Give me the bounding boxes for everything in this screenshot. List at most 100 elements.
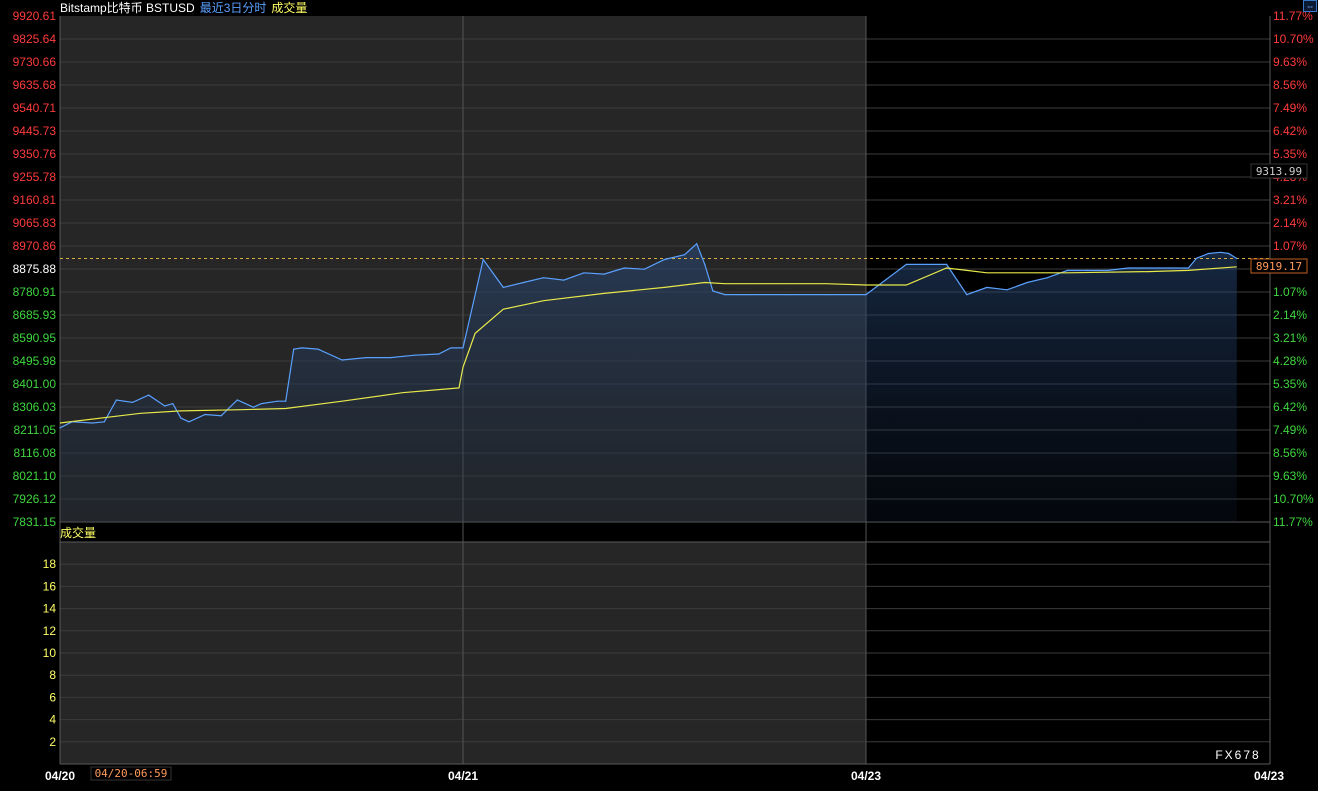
- volume-axis-left: 18 16 14 12 10 8 6 4 2: [43, 557, 57, 749]
- price-point: [131, 401, 134, 403]
- y-tick-label: 9065.83: [13, 216, 57, 230]
- price-point: [277, 400, 279, 402]
- y-right-tick-label: 1.07%: [1273, 285, 1307, 299]
- price-point: [704, 263, 706, 265]
- price-point: [623, 267, 625, 269]
- price-point: [317, 348, 319, 350]
- mode-label: 最近3日分时: [200, 1, 267, 15]
- y-right-tick-label: 7.49%: [1273, 423, 1307, 437]
- price-point: [865, 294, 867, 296]
- price-point: [966, 294, 968, 296]
- y-tick-label: 8306.03: [13, 400, 57, 414]
- last-price-tag-text: 8919.17: [1256, 260, 1302, 273]
- price-point: [1187, 267, 1189, 269]
- price-point: [1006, 289, 1008, 291]
- chart-window: 9920.61 9825.64 9730.66 9635.68 9540.71 9445.…: [0, 0, 1318, 786]
- price-point: [172, 403, 174, 405]
- volume-tick-label: 6: [49, 690, 56, 704]
- top-price-tag: 9313.99: [1250, 163, 1308, 179]
- last-price-tag: 8919.17: [1250, 258, 1308, 274]
- price-point: [1127, 267, 1129, 269]
- price-point: [236, 399, 238, 401]
- y-right-tick-label: 8.56%: [1273, 446, 1307, 460]
- y-tick-label: 7926.12: [13, 492, 57, 506]
- expand-icon[interactable]: ⇔: [1303, 0, 1317, 12]
- chart-svg[interactable]: 9920.61 9825.64 9730.66 9635.68 9540.71 9445.…: [0, 0, 1318, 786]
- price-point: [1087, 269, 1089, 271]
- price-point: [1147, 267, 1149, 269]
- price-point: [583, 272, 585, 274]
- x-tick-label: 04/20: [45, 769, 75, 783]
- price-point: [724, 294, 726, 296]
- y-right-tick-label: 10.70%: [1273, 32, 1314, 46]
- price-axis-left: 9920.61 9825.64 9730.66 9635.68 9540.71 9445.…: [13, 9, 57, 529]
- price-point: [563, 279, 565, 281]
- y-tick-label: 8495.98: [13, 354, 57, 368]
- x-tick-label: 04/21: [448, 769, 478, 783]
- y-right-tick-label: 1.07%: [1273, 239, 1307, 253]
- price-point: [1207, 252, 1210, 255]
- price-point: [301, 347, 303, 349]
- top-price-tag-text: 9313.99: [1256, 165, 1302, 178]
- price-point: [696, 243, 698, 245]
- y-right-tick-label: 8.56%: [1273, 78, 1307, 92]
- price-point: [1026, 281, 1028, 284]
- price-point: [180, 417, 182, 419]
- volume-tick-label: 8: [49, 668, 56, 682]
- y-tick-label: 9825.64: [13, 32, 57, 46]
- symbol-label: Bitstamp比特币 BSTUSD: [60, 0, 195, 15]
- price-point: [825, 294, 827, 296]
- price-point: [71, 421, 73, 423]
- cursor-time-tag: 04/20-06:59: [90, 766, 172, 781]
- y-right-tick-label: 3.21%: [1273, 193, 1307, 207]
- volume-tick-label: 14: [43, 602, 57, 616]
- volume-tick-label: 16: [43, 579, 57, 593]
- price-point: [684, 254, 686, 256]
- volume-tick-label: 10: [43, 646, 57, 660]
- price-point: [1107, 269, 1109, 271]
- cursor-time-text: 04/20-06:59: [95, 767, 168, 780]
- price-point: [462, 347, 464, 349]
- x-tick-label: 04/23: [851, 769, 881, 783]
- y-tick-label: 8211.05: [14, 423, 57, 437]
- y-tick-label: 9540.71: [13, 101, 57, 115]
- y-right-tick-label: 6.42%: [1273, 124, 1307, 138]
- y-tick-label: 9160.81: [13, 193, 57, 207]
- y-right-tick-label: 9.63%: [1273, 469, 1307, 483]
- time-axis: 04/20 04/21 04/23 04/23: [45, 769, 1284, 783]
- y-tick-label: 8401.00: [13, 377, 57, 391]
- price-point: [744, 294, 746, 296]
- price-point: [59, 427, 61, 429]
- y-tick-label: 7831.15: [13, 515, 57, 529]
- y-tick-label: 9730.66: [13, 55, 57, 69]
- volume-tick-label: 2: [49, 735, 56, 749]
- y-tick-label: 8970.86: [13, 239, 57, 253]
- price-point: [946, 263, 948, 265]
- price-point: [293, 348, 295, 350]
- price-point: [784, 294, 787, 296]
- y-right-tick-label: 7.49%: [1273, 101, 1307, 115]
- price-point: [522, 281, 525, 284]
- price-point: [905, 263, 907, 265]
- price-point: [643, 268, 646, 270]
- x-tick-label: 04/23: [1254, 769, 1284, 783]
- price-point: [482, 258, 484, 261]
- y-right-tick-label: 5.35%: [1273, 147, 1307, 161]
- volume-tick-label: 18: [43, 557, 57, 571]
- y-right-tick-label: 2.14%: [1273, 216, 1307, 230]
- price-point: [543, 277, 545, 279]
- y-right-tick-label: 11.77%: [1273, 515, 1313, 529]
- y-tick-label: 9445.73: [13, 124, 57, 138]
- price-point: [1066, 269, 1069, 271]
- price-point: [1236, 257, 1238, 260]
- price-point: [438, 353, 440, 355]
- price-point: [712, 290, 714, 292]
- price-point: [260, 403, 263, 405]
- price-point: [603, 273, 605, 275]
- price-point: [188, 421, 190, 423]
- y-tick-label: 8875.88: [13, 262, 57, 276]
- price-point: [365, 357, 367, 359]
- volume-tick-label: 12: [43, 624, 57, 638]
- y-right-tick-label: 5.35%: [1273, 377, 1307, 391]
- price-point: [663, 258, 666, 261]
